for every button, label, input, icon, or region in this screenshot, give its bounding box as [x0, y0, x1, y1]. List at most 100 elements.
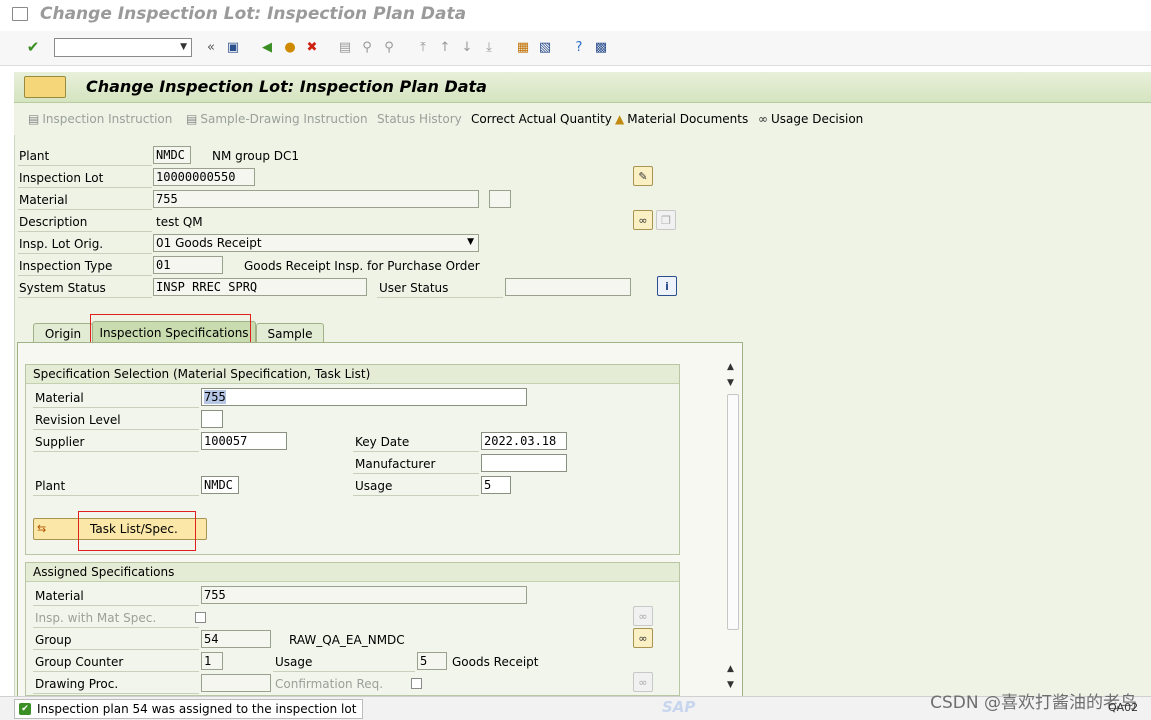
divider	[33, 627, 199, 628]
back-double-icon[interactable]: «	[202, 38, 220, 56]
find-icon[interactable]: ⚲	[358, 38, 376, 56]
vertical-scrollbar[interactable]: ▲ ▼ ▲ ▼	[725, 362, 740, 690]
spec-material-field[interactable]: 755	[201, 388, 527, 406]
correct-actual-quantity-label: Correct Actual Quantity	[471, 112, 612, 126]
divider	[273, 671, 415, 672]
revision-level-field[interactable]	[201, 410, 223, 428]
watermark: CSDN @喜欢打酱油的老鸟	[930, 693, 1137, 713]
description-value: test QM	[156, 215, 203, 229]
divider	[33, 407, 199, 408]
material-label: Material	[19, 193, 68, 207]
group-counter-field[interactable]: 1	[201, 652, 223, 670]
chevron-down-icon[interactable]: ▼	[467, 237, 474, 247]
material-documents-button[interactable]: ▲ Material Documents	[615, 112, 748, 126]
enter-icon[interactable]: ✔	[24, 38, 42, 56]
system-id: QA02	[1108, 701, 1139, 714]
drawing-proc-field[interactable]	[201, 674, 271, 692]
exit-icon[interactable]: ●	[281, 38, 299, 56]
mat-spec-checkbox[interactable]	[195, 612, 206, 623]
mountain-icon: ▲	[615, 112, 625, 126]
scroll-up-icon[interactable]: ▲	[727, 362, 734, 372]
display-glasses-icon[interactable]: ∞	[633, 606, 653, 626]
last-page-icon[interactable]: ⤓	[480, 38, 498, 56]
status-history-label: Status History	[377, 112, 462, 126]
confirmation-req-checkbox[interactable]	[411, 678, 422, 689]
chevron-down-icon[interactable]: ▼	[180, 42, 187, 52]
copy-icon[interactable]: ❐	[656, 210, 676, 230]
assigned-material-field[interactable]: 755	[201, 586, 527, 604]
first-page-icon[interactable]: ⤒	[414, 38, 432, 56]
divider	[353, 451, 479, 452]
scroll-down-icon[interactable]: ▼	[727, 680, 734, 690]
lot-origin-value: 01 Goods Receipt	[156, 236, 262, 250]
lot-origin-select[interactable]: 01 Goods Receipt ▼	[153, 234, 479, 252]
highlight-box	[78, 511, 196, 551]
prev-page-icon[interactable]: ↑	[436, 38, 454, 56]
usage-decision-button[interactable]: ∞ Usage Decision	[758, 112, 863, 126]
inspection-lot-field[interactable]: 10000000550	[153, 168, 255, 186]
divider	[18, 165, 152, 166]
plant-description: NM group DC1	[212, 149, 300, 163]
description-label: Description	[19, 215, 88, 229]
scroll-up-icon[interactable]: ▲	[727, 664, 734, 674]
revision-level-label: Revision Level	[35, 413, 121, 427]
group-field[interactable]: 54	[201, 630, 271, 648]
info-icon[interactable]: i	[657, 276, 677, 296]
divider	[353, 495, 479, 496]
back-icon[interactable]: ◀	[258, 38, 276, 56]
status-history-button[interactable]: Status History	[377, 112, 462, 126]
help-icon[interactable]: ?	[570, 38, 588, 56]
new-session-icon[interactable]: ▦	[514, 38, 532, 56]
save-icon[interactable]: ▣	[224, 38, 242, 56]
sap-logo: SAP	[662, 698, 696, 716]
scroll-down-icon[interactable]: ▼	[727, 378, 734, 388]
command-field[interactable]: ▼	[54, 38, 192, 57]
spec-plant-field[interactable]: NMDC	[201, 476, 239, 494]
key-date-field[interactable]: 2022.03.18	[481, 432, 567, 450]
customize-layout-icon[interactable]: ▩	[592, 38, 610, 56]
manufacturer-label: Manufacturer	[355, 457, 436, 471]
shortcut-icon[interactable]: ▧	[536, 38, 554, 56]
divider	[353, 473, 479, 474]
assigned-usage-description: Goods Receipt	[452, 655, 539, 669]
manufacturer-field[interactable]	[481, 454, 567, 472]
correct-actual-quantity-button[interactable]: Correct Actual Quantity	[471, 112, 612, 126]
display-glasses-icon[interactable]: ∞	[633, 628, 653, 648]
divider	[33, 605, 199, 606]
user-status-field[interactable]	[505, 278, 631, 296]
assigned-usage-field[interactable]: 5	[417, 652, 447, 670]
material-field[interactable]: 755	[153, 190, 479, 208]
edit-icon[interactable]: ✎	[633, 166, 653, 186]
inspection-type-field[interactable]: 01	[153, 256, 223, 274]
supplier-label: Supplier	[35, 435, 85, 449]
plant-field[interactable]: NMDC	[153, 146, 191, 164]
page-title: Change Inspection Lot: Inspection Plan D…	[86, 77, 487, 96]
system-status-field[interactable]: INSP RREC SPRQ	[153, 278, 367, 296]
tab-sample[interactable]: Sample	[256, 323, 324, 343]
key-date-label: Key Date	[355, 435, 410, 449]
next-page-icon[interactable]: ↓	[458, 38, 476, 56]
spec-material-label: Material	[35, 391, 84, 405]
drawing-proc-label: Drawing Proc.	[35, 677, 119, 691]
object-services-icon[interactable]	[24, 76, 66, 98]
display-glasses-icon[interactable]: ∞	[633, 210, 653, 230]
assigned-usage-label: Usage	[275, 655, 313, 669]
cancel-icon[interactable]: ✖	[303, 38, 321, 56]
group-title: Specification Selection (Material Specif…	[26, 365, 679, 384]
material-extra-field[interactable]	[489, 190, 511, 208]
display-glasses-icon[interactable]: ∞	[633, 672, 653, 692]
printer-icon: ▤	[28, 112, 40, 126]
status-message[interactable]: ✔ Inspection plan 54 was assigned to the…	[14, 699, 364, 719]
supplier-field[interactable]: 100057	[201, 432, 287, 450]
find-next-icon[interactable]: ⚲	[380, 38, 398, 56]
print-icon[interactable]: ▤	[336, 38, 354, 56]
tab-origin[interactable]: Origin	[33, 323, 93, 343]
scroll-thumb[interactable]	[727, 394, 739, 630]
success-check-icon: ✔	[19, 703, 31, 715]
glasses-icon: ∞	[758, 112, 768, 126]
inspection-instruction-button[interactable]: ▤ Inspection Instruction	[28, 112, 172, 126]
menu-toggle-icon[interactable]	[12, 7, 28, 21]
window-title-bar: Change Inspection Lot: Inspection Plan D…	[0, 0, 1151, 30]
spec-usage-field[interactable]: 5	[481, 476, 511, 494]
sample-drawing-instruction-button[interactable]: ▤ Sample-Drawing Instruction	[186, 112, 368, 126]
